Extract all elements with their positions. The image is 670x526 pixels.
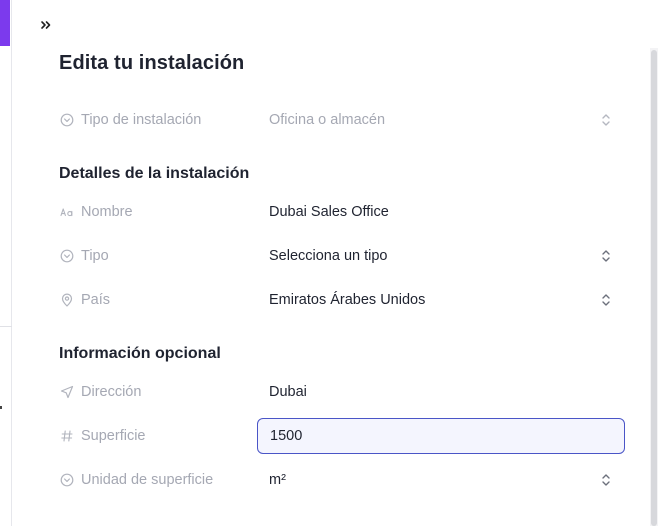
chevron-up-down-icon	[599, 248, 613, 264]
background-divider	[0, 326, 12, 327]
hash-icon	[59, 428, 75, 444]
type-placeholder: Selecciona un tipo	[269, 248, 388, 264]
area-value: 1500	[270, 428, 303, 444]
panel-scrollbar-thumb[interactable]	[651, 50, 657, 526]
address-value: Dubai	[269, 384, 307, 400]
name-row: Nombre Dubai Sales Office	[47, 194, 627, 230]
country-select[interactable]: Emiratos Árabes Unidos	[257, 282, 625, 318]
country-value: Emiratos Árabes Unidos	[269, 292, 426, 308]
double-chevron-right-icon	[41, 21, 51, 29]
facility-type-label: Tipo de instalación	[59, 102, 201, 138]
details-section-title: Detalles de la instalación	[59, 165, 250, 182]
chevron-up-down-icon	[599, 112, 613, 128]
name-label-text: Nombre	[81, 204, 133, 220]
address-input[interactable]: Dubai	[257, 374, 625, 410]
area-unit-label-text: Unidad de superficie	[81, 472, 214, 488]
optional-section-title: Información opcional	[59, 345, 221, 362]
facility-type-row: Tipo de instalación Oficina o almacén	[47, 102, 627, 138]
facility-type-label-text: Tipo de instalación	[81, 112, 202, 128]
circle-chevron-icon	[59, 248, 75, 264]
area-row: Superficie 1500	[47, 418, 627, 454]
circle-chevron-icon	[59, 472, 75, 488]
circle-chevron-icon	[59, 112, 75, 128]
text-aa-icon	[59, 204, 75, 220]
area-unit-row: Unidad de superficie m²	[47, 462, 627, 498]
country-label: País	[59, 282, 110, 318]
type-select[interactable]: Selecciona un tipo	[257, 238, 625, 274]
area-label: Superficie	[59, 418, 145, 454]
collapse-panel-button[interactable]	[35, 14, 57, 36]
area-unit-label: Unidad de superficie	[59, 462, 213, 498]
facility-type-select[interactable]: Oficina o almacén	[257, 102, 625, 138]
type-label: Tipo	[59, 238, 109, 274]
type-label-text: Tipo	[81, 248, 109, 264]
facility-type-value: Oficina o almacén	[269, 112, 386, 128]
navigation-arrow-icon	[59, 384, 75, 400]
area-label-text: Superficie	[81, 428, 146, 444]
location-pin-icon	[59, 292, 75, 308]
background-mark	[0, 406, 2, 409]
area-input[interactable]: 1500	[257, 418, 625, 454]
area-unit-select[interactable]: m²	[257, 462, 625, 498]
address-label: Dirección	[59, 374, 141, 410]
background-app-edge	[0, 0, 12, 526]
name-value: Dubai Sales Office	[269, 204, 389, 220]
chevron-up-down-icon	[599, 292, 613, 308]
chevron-up-down-icon	[599, 472, 613, 488]
address-label-text: Dirección	[81, 384, 142, 400]
panel-title: Edita tu instalación	[59, 52, 245, 74]
country-label-text: País	[81, 292, 111, 308]
type-row: Tipo Selecciona un tipo	[47, 238, 627, 274]
name-label: Nombre	[59, 194, 133, 230]
background-accent-bar	[0, 0, 10, 46]
area-unit-value: m²	[269, 472, 286, 488]
name-input[interactable]: Dubai Sales Office	[257, 194, 625, 230]
country-row: País Emiratos Árabes Unidos	[47, 282, 627, 318]
address-row: Dirección Dubai	[47, 374, 627, 410]
